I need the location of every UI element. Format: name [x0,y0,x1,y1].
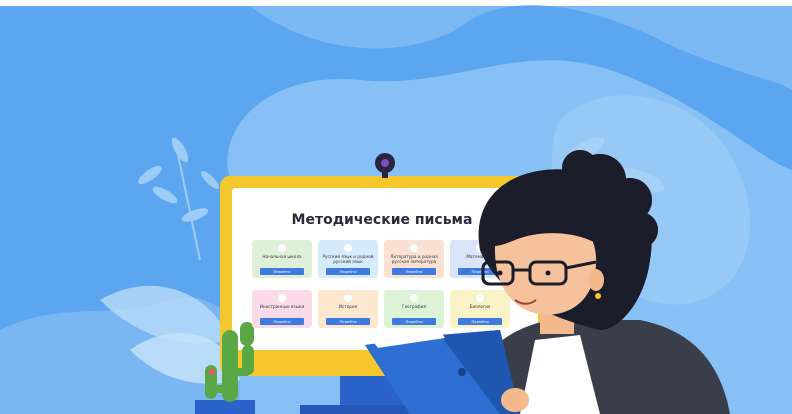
go-button[interactable]: Перейти [260,318,304,325]
subject-card[interactable]: Русский язык и родной русский язык Перей… [318,240,378,278]
card-label: Литература и родная русская литература [390,254,438,264]
subject-icon [475,243,485,253]
go-button[interactable]: Перейти [392,318,436,325]
card-label: Математика [466,254,494,259]
subject-icon [409,293,419,303]
subject-icon [475,293,485,303]
go-button[interactable]: Перейти [326,318,370,325]
card-label: Биология [469,304,491,309]
go-button[interactable]: Перейти [392,268,436,275]
go-button[interactable]: Перейти [326,268,370,275]
cactus-pot [195,400,255,414]
illustration: Методические письма Начальная школа Пере… [0,0,792,414]
card-label: География [402,304,426,309]
page-title: Методические письма [291,212,473,228]
subject-icon [277,293,287,303]
card-label: Начальная школа [262,254,302,259]
earring [595,293,601,299]
subject-card[interactable]: Математика Перейти [450,240,510,278]
subject-icon [343,243,353,253]
go-button[interactable]: Перейти [458,268,502,275]
subject-card[interactable]: Литература и родная русская литература П… [384,240,444,278]
subject-card[interactable]: Иностранные языки Перейти [252,290,312,328]
subject-icon [409,243,419,253]
card-label: Русский язык и родной русский язык [322,254,374,264]
subject-card[interactable]: История Перейти [318,290,378,328]
subject-card[interactable]: Начальная школа Перейти [252,240,312,278]
subject-icon [277,243,287,253]
go-button[interactable]: Перейти [458,318,502,325]
go-button[interactable]: Перейти [260,268,304,275]
card-label: История [338,304,358,309]
cactus-flower [209,369,215,375]
card-label: Иностранные языки [259,304,305,309]
subject-card[interactable]: Биология Перейти [450,290,510,328]
subject-icon [343,293,353,303]
screen-content: Методические письма Начальная школа Пере… [232,190,532,350]
subject-card[interactable]: География Перейти [384,290,444,328]
